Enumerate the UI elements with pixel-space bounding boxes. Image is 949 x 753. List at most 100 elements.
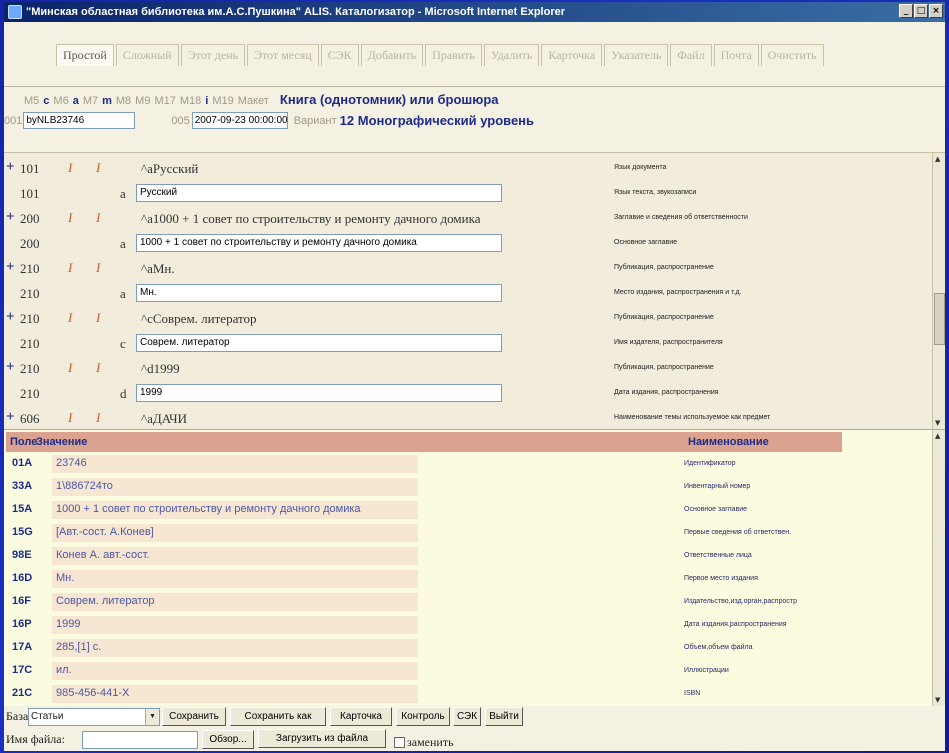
raw-subfield-value: ^d1999	[141, 361, 180, 376]
window-controls: _ □ ×	[899, 4, 943, 18]
table-row[interactable]: 16F Соврем. литератор Издательство,изд.орг…	[4, 592, 932, 612]
marker-8[interactable]: M9	[135, 95, 150, 107]
indicator-2[interactable]: I	[96, 160, 100, 176]
table-row[interactable]: 21C 985-456-441-X ISBN	[4, 684, 932, 704]
indicator-1[interactable]: I	[68, 360, 72, 376]
indicator-2[interactable]: I	[96, 210, 100, 226]
table-row[interactable]: 15A 1000 + 1 совет по строительству и рем…	[4, 500, 932, 520]
marker-7[interactable]: M8	[116, 95, 131, 107]
marker-4[interactable]: a	[73, 95, 79, 107]
tab-7[interactable]: Править	[425, 44, 482, 66]
expand-plus-icon[interactable]: +	[6, 309, 15, 326]
subfield-code: a	[120, 186, 126, 201]
marker-6[interactable]: m	[102, 95, 112, 107]
marker-1[interactable]: M5	[24, 95, 39, 107]
field-name: ISBN	[684, 690, 701, 697]
indicator-1[interactable]: I	[68, 210, 72, 226]
minimize-button[interactable]: _	[899, 4, 913, 18]
tab-5[interactable]: СЭК	[320, 44, 359, 66]
indicator-1[interactable]: I	[68, 410, 72, 426]
subfield-input[interactable]: Мн.	[136, 284, 502, 302]
base-select[interactable]: Статьи ▼	[28, 708, 160, 726]
tab-11[interactable]: Файл	[670, 44, 712, 66]
field-description: Наименование темы используемое как предм…	[614, 414, 771, 421]
indicator-1[interactable]: I	[68, 160, 72, 176]
table-row[interactable]: 17C ил. Иллюстрации	[4, 661, 932, 681]
marker-9[interactable]: M17	[154, 95, 175, 107]
tab-13[interactable]: Очистить	[760, 44, 824, 66]
close-button[interactable]: ×	[929, 4, 943, 18]
marker-10[interactable]: M18	[180, 95, 201, 107]
table-row[interactable]: 16D Мн. Первое место издания	[4, 569, 932, 589]
marker-13[interactable]: Макет	[238, 95, 269, 107]
raw-subfield-value: ^cСоврем. литератор	[141, 311, 257, 326]
marker-2[interactable]: c	[43, 95, 49, 107]
tab-8[interactable]: Удалить	[483, 44, 540, 66]
table-row[interactable]: 98E Конев А. авт.-сост. Ответственные лица	[4, 546, 932, 566]
filename-input[interactable]	[82, 731, 198, 749]
marker-11[interactable]: i	[205, 95, 208, 107]
table-row[interactable]: 01A 23746 Идентификатор	[4, 454, 932, 474]
save-button[interactable]: Сохранить	[162, 707, 226, 726]
table-row[interactable]: 33A 1\886724то Инвентарный номер	[4, 477, 932, 497]
expand-plus-icon[interactable]: +	[6, 409, 15, 426]
record-scrollbar[interactable]: ▲ ▼	[932, 430, 945, 706]
replace-checkbox[interactable]	[394, 737, 405, 748]
field-001-input[interactable]: byNLB23746	[23, 112, 136, 129]
subfield-input[interactable]: 1999	[136, 384, 502, 402]
marker-3[interactable]: M6	[53, 95, 68, 107]
subfield-input[interactable]: Русский	[136, 184, 502, 202]
table-row[interactable]: 17A 285,[1] с. Объем,объем файла	[4, 638, 932, 658]
exit-button[interactable]: Выйти	[485, 707, 523, 726]
browse-button[interactable]: Обзор...	[202, 730, 254, 749]
scroll-down-arrow-icon[interactable]: ▼	[935, 696, 940, 704]
expand-plus-icon[interactable]: +	[6, 259, 15, 276]
tab-6[interactable]: Добавить	[360, 44, 424, 66]
indicator-2[interactable]: I	[96, 310, 100, 326]
expand-plus-icon[interactable]: +	[6, 209, 15, 226]
scroll-thumb[interactable]	[934, 293, 945, 345]
scroll-down-arrow-icon[interactable]: ▼	[935, 419, 940, 427]
save-as-button[interactable]: Сохранить как	[230, 707, 326, 726]
editor-scrollbar[interactable]: ▲ ▼	[932, 153, 945, 429]
base-select-value: Статьи	[31, 711, 64, 722]
field-name: Ответственные лица	[684, 552, 752, 559]
field-tag: 200	[20, 236, 40, 251]
tab-3[interactable]: Этот день	[180, 44, 246, 66]
base-label: База	[6, 709, 29, 723]
load-from-file-button[interactable]: Загрузить из файла	[258, 729, 386, 748]
sek-button[interactable]: СЭК	[453, 707, 481, 726]
subfield-input[interactable]: Соврем. литератор	[136, 334, 502, 352]
field-value: Конев А. авт.-сост.	[56, 549, 150, 561]
marker-12[interactable]: M19	[212, 95, 233, 107]
expand-plus-icon[interactable]: +	[6, 159, 15, 176]
marker-5[interactable]: M7	[83, 95, 98, 107]
scroll-up-arrow-icon[interactable]: ▲	[935, 155, 940, 163]
value-cell-bg	[52, 662, 418, 680]
maximize-button[interactable]: □	[914, 4, 928, 18]
subfield-code: c	[120, 336, 126, 351]
table-row[interactable]: 15G [Авт.-сост. А.Конев] Первые сведения о…	[4, 523, 932, 543]
chevron-down-icon[interactable]: ▼	[145, 709, 159, 725]
card-button[interactable]: Карточка	[330, 707, 392, 726]
field-editor-panel: ▲ ▼ +101 I I ^aРусский Язык документа 101 a Рус…	[4, 152, 945, 429]
raw-subfield-value: ^aРусский	[141, 161, 199, 176]
tab-1[interactable]: Простой	[56, 44, 114, 66]
ie-app-icon	[8, 5, 22, 19]
indicator-1[interactable]: I	[68, 260, 72, 276]
tab-9[interactable]: Карточка	[541, 44, 603, 66]
tab-2[interactable]: Сложный	[115, 44, 179, 66]
indicator-2[interactable]: I	[96, 260, 100, 276]
table-row[interactable]: 16P 1999 Дата издания,распространения	[4, 615, 932, 635]
field-005-input[interactable]: 2007-09-23 00:00:00	[191, 112, 288, 129]
indicator-1[interactable]: I	[68, 310, 72, 326]
tab-12[interactable]: Почта	[713, 44, 759, 66]
indicator-2[interactable]: I	[96, 360, 100, 376]
expand-plus-icon[interactable]: +	[6, 359, 15, 376]
tab-4[interactable]: Этот месяц	[247, 44, 319, 66]
control-button[interactable]: Контроль	[396, 707, 450, 726]
scroll-up-arrow-icon[interactable]: ▲	[935, 432, 940, 440]
tab-10[interactable]: Указатель	[604, 44, 669, 66]
indicator-2[interactable]: I	[96, 410, 100, 426]
subfield-input[interactable]: 1000 + 1 совет по строительству и ремонт…	[136, 234, 502, 252]
